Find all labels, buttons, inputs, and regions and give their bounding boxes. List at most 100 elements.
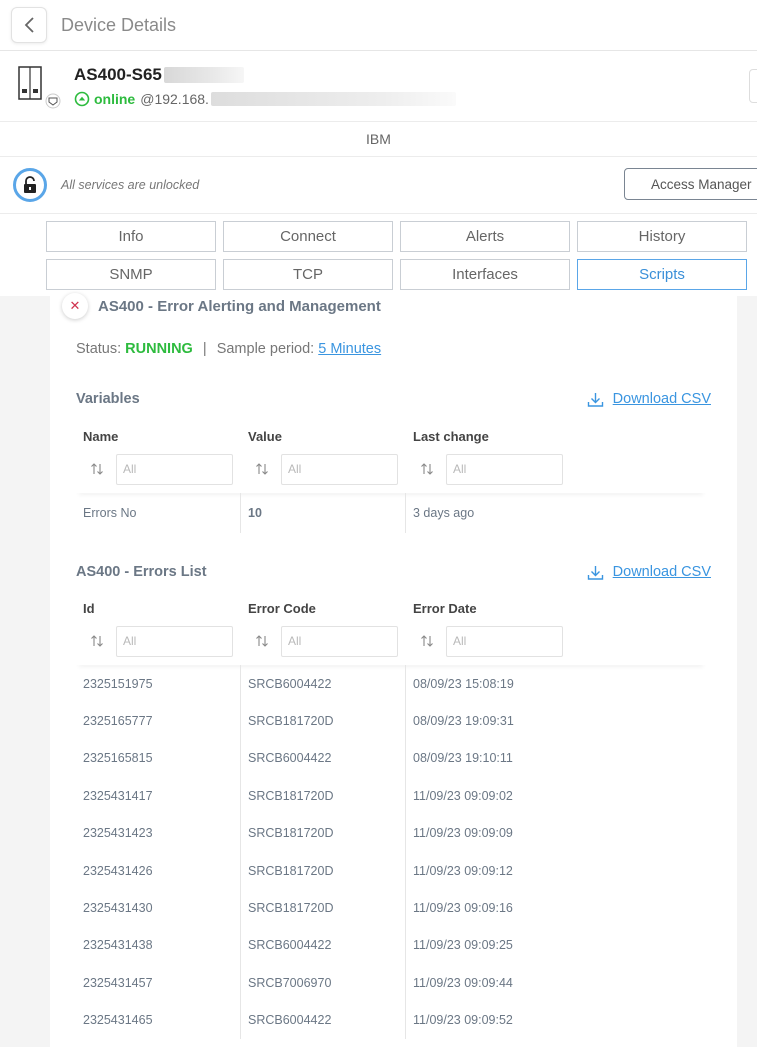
security-bar: All services are unlocked Access Manager (0, 157, 757, 214)
device-name: AS400-S65 (74, 65, 162, 84)
tab-tcp[interactable]: TCP (223, 259, 393, 290)
sort-icon[interactable] (90, 634, 104, 648)
tab-interfaces[interactable]: Interfaces (400, 259, 570, 290)
side-handle[interactable] (749, 69, 757, 103)
variables-table: Name All Value All Last change All Error… (76, 429, 706, 533)
tab-alerts[interactable]: Alerts (400, 221, 570, 252)
cell-id: 2325165777 (76, 702, 241, 740)
filter-input-last-change[interactable]: All (446, 453, 563, 485)
cell-error-code: SRCB181720D (241, 777, 406, 815)
cell-id: 2325431423 (76, 814, 241, 852)
filter-input-id[interactable]: All (116, 625, 233, 657)
table-row[interactable]: 2325165777 SRCB181720D 08/09/23 19:09:31 (76, 702, 706, 740)
column-header-error-date[interactable]: Error Date (406, 601, 571, 621)
sort-icon[interactable] (420, 462, 434, 476)
cell-id: 2325431457 (76, 964, 241, 1002)
variables-title: Variables (76, 391, 140, 407)
table-row[interactable]: Errors No 10 3 days ago (76, 493, 706, 533)
tab-info[interactable]: Info (46, 221, 216, 252)
top-bar: Device Details (0, 0, 757, 51)
table-row[interactable]: 2325431417 SRCB181720D 11/09/23 09:09:02 (76, 777, 706, 815)
chevron-left-icon (24, 17, 34, 33)
errors-header: AS400 - Errors List Download CSV (50, 562, 737, 582)
redacted-name (163, 67, 244, 83)
page-title: Device Details (61, 14, 177, 35)
vendor-label: IBM (0, 122, 757, 157)
table-row[interactable]: 2325165815 SRCB6004422 08/09/23 19:10:11 (76, 739, 706, 778)
cell-error-date: 11/09/23 09:09:25 (413, 938, 513, 953)
cell-last-change: 3 days ago (413, 506, 475, 520)
access-manager-button[interactable]: Access Manager (624, 168, 757, 200)
back-button[interactable] (11, 7, 47, 43)
variables-header: Variables Download CSV (50, 389, 737, 409)
cell-error-date: 08/09/23 19:10:11 (413, 751, 513, 766)
status-badge: online (94, 91, 136, 107)
close-icon[interactable]: ✕ (62, 293, 88, 319)
filter-input-name[interactable]: All (116, 453, 233, 485)
sort-icon[interactable] (255, 462, 269, 476)
script-card: ✕ AS400 - Error Alerting and Management … (50, 293, 737, 1047)
column-header-error-code[interactable]: Error Code (241, 601, 406, 621)
table-row[interactable]: 2325431457 SRCB7006970 11/09/23 09:09:44 (76, 964, 706, 1002)
script-status-line: Status: RUNNING | Sample period: 5 Minut… (76, 341, 737, 357)
cell-error-date: 11/09/23 09:09:12 (413, 863, 513, 878)
table-row[interactable]: 2325431465 SRCB6004422 11/09/23 09:09:52 (76, 1001, 706, 1039)
cell-error-code: SRCB6004422 (241, 665, 406, 703)
cell-id: 2325431465 (76, 1001, 241, 1039)
tab-scripts[interactable]: Scripts (577, 259, 747, 290)
cell-id: 2325431426 (76, 851, 241, 890)
table-row[interactable]: 2325431438 SRCB6004422 11/09/23 09:09:25 (76, 926, 706, 965)
download-icon (587, 565, 603, 580)
table-row[interactable]: 2325431426 SRCB181720D 11/09/23 09:09:12 (76, 851, 706, 890)
sort-icon[interactable] (255, 634, 269, 648)
cell-id: 2325431438 (76, 926, 241, 965)
cell-error-code: SRCB181720D (241, 814, 406, 852)
period-label: Sample period: (216, 341, 315, 357)
period-link[interactable]: 5 Minutes (318, 341, 381, 357)
filter-input-value[interactable]: All (281, 453, 398, 485)
device-ip: @192.168. (140, 91, 209, 107)
cell-error-date: 08/09/23 19:09:31 (413, 714, 514, 729)
unlocked-lock-icon[interactable] (13, 168, 47, 202)
download-icon (587, 392, 603, 407)
security-status-text: All services are unlocked (61, 178, 200, 192)
errors-download-button[interactable]: Download CSV (587, 564, 711, 581)
table-row[interactable]: 2325431430 SRCB181720D 11/09/23 09:09:16 (76, 889, 706, 927)
content-area: ✕ AS400 - Error Alerting and Management … (0, 293, 757, 1047)
column-header-id[interactable]: Id (76, 601, 241, 621)
cell-error-date: 11/09/23 09:09:09 (413, 826, 513, 841)
cell-error-date: 11/09/23 09:09:52 (413, 1013, 513, 1028)
cell-error-date: 11/09/23 09:09:02 (413, 788, 513, 803)
download-label: Download CSV (612, 391, 711, 407)
cell-error-code: SRCB181720D (241, 851, 406, 890)
tab-history[interactable]: History (577, 221, 747, 252)
tab-snmp[interactable]: SNMP (46, 259, 216, 290)
sort-icon[interactable] (90, 462, 104, 476)
table-row[interactable]: 2325151975 SRCB6004422 08/09/23 15:08:19 (76, 665, 706, 703)
column-header-last-change[interactable]: Last change (406, 429, 571, 449)
cell-error-code: SRCB6004422 (241, 1001, 406, 1039)
filter-input-error-code[interactable]: All (281, 625, 398, 657)
download-label: Download CSV (612, 564, 711, 580)
table-row[interactable]: 2325431423 SRCB181720D 11/09/23 09:09:09 (76, 814, 706, 852)
errors-table: Id All Error Code All Error Date All 232… (76, 601, 706, 1039)
tab-connect[interactable]: Connect (223, 221, 393, 252)
cell-error-date: 11/09/23 09:09:44 (413, 975, 513, 990)
column-header-name[interactable]: Name (76, 429, 241, 449)
cell-error-code: SRCB181720D (241, 702, 406, 740)
column-header-value[interactable]: Value (241, 429, 406, 449)
filter-input-error-date[interactable]: All (446, 625, 563, 657)
script-title: AS400 - Error Alerting and Management (98, 297, 381, 315)
cell-id: 2325431430 (76, 889, 241, 927)
cell-error-code: SRCB7006970 (241, 964, 406, 1002)
sort-icon[interactable] (420, 634, 434, 648)
cell-error-code: SRCB6004422 (241, 926, 406, 965)
tab-bar: Info Connect Alerts History SNMP TCP Int… (0, 214, 757, 296)
cell-error-date: 11/09/23 09:09:16 (413, 901, 513, 916)
errors-table-body: 2325151975 SRCB6004422 08/09/23 15:08:19 23… (76, 665, 706, 1039)
online-arrow-icon (74, 91, 90, 107)
variables-download-button[interactable]: Download CSV (587, 391, 711, 408)
device-header: AS400-S65 online @192.168. (0, 51, 757, 122)
server-icon (16, 63, 62, 109)
cell-id: 2325151975 (76, 665, 241, 703)
